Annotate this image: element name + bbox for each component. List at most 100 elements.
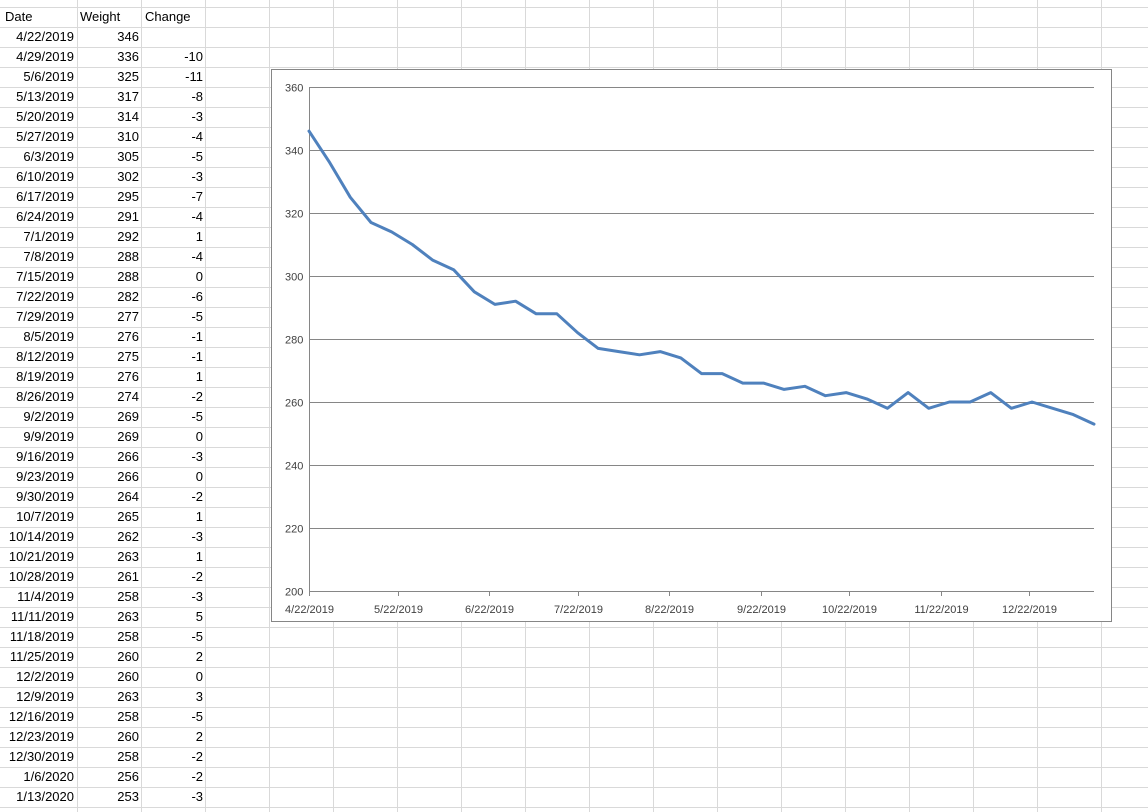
change-cell[interactable]: 1 — [141, 507, 203, 527]
weight-cell[interactable]: 258 — [77, 747, 139, 767]
weight-cell[interactable]: 262 — [77, 527, 139, 547]
date-cell[interactable]: 8/26/2019 — [0, 387, 74, 407]
date-cell[interactable]: 11/18/2019 — [0, 627, 74, 647]
date-cell[interactable]: 11/4/2019 — [0, 587, 74, 607]
change-cell[interactable]: -2 — [141, 487, 203, 507]
change-cell[interactable]: -2 — [141, 767, 203, 787]
change-cell[interactable]: 0 — [141, 667, 203, 687]
weight-cell[interactable]: 288 — [77, 247, 139, 267]
date-cell[interactable]: 10/7/2019 — [0, 507, 74, 527]
header-weight[interactable]: Weight — [80, 7, 140, 27]
weight-cell[interactable]: 260 — [77, 727, 139, 747]
change-cell[interactable]: -2 — [141, 387, 203, 407]
date-cell[interactable]: 7/15/2019 — [0, 267, 74, 287]
weight-cell[interactable]: 274 — [77, 387, 139, 407]
weight-cell[interactable]: 317 — [77, 87, 139, 107]
change-cell[interactable]: -5 — [141, 707, 203, 727]
date-cell[interactable]: 5/27/2019 — [0, 127, 74, 147]
date-cell[interactable]: 7/29/2019 — [0, 307, 74, 327]
weight-cell[interactable]: 258 — [77, 707, 139, 727]
weight-cell[interactable]: 263 — [77, 607, 139, 627]
weight-cell[interactable]: 282 — [77, 287, 139, 307]
date-cell[interactable]: 9/2/2019 — [0, 407, 74, 427]
weight-cell[interactable]: 256 — [77, 767, 139, 787]
date-cell[interactable]: 6/24/2019 — [0, 207, 74, 227]
change-cell[interactable]: -3 — [141, 107, 203, 127]
weight-cell[interactable]: 260 — [77, 667, 139, 687]
date-cell[interactable]: 8/19/2019 — [0, 367, 74, 387]
date-cell[interactable]: 1/6/2020 — [0, 767, 74, 787]
date-cell[interactable]: 7/8/2019 — [0, 247, 74, 267]
change-cell[interactable]: -2 — [141, 567, 203, 587]
weight-cell[interactable]: 302 — [77, 167, 139, 187]
change-cell[interactable]: 5 — [141, 607, 203, 627]
weight-cell[interactable]: 264 — [77, 487, 139, 507]
date-cell[interactable]: 5/6/2019 — [0, 67, 74, 87]
weight-cell[interactable]: 258 — [77, 587, 139, 607]
weight-cell[interactable]: 310 — [77, 127, 139, 147]
weight-cell[interactable]: 305 — [77, 147, 139, 167]
date-cell[interactable]: 12/9/2019 — [0, 687, 74, 707]
change-cell[interactable]: -4 — [141, 207, 203, 227]
change-cell[interactable]: -1 — [141, 347, 203, 367]
change-cell[interactable]: 0 — [141, 427, 203, 447]
change-cell[interactable]: 0 — [141, 267, 203, 287]
date-cell[interactable]: 12/16/2019 — [0, 707, 74, 727]
weight-cell[interactable]: 277 — [77, 307, 139, 327]
date-cell[interactable]: 5/20/2019 — [0, 107, 74, 127]
date-cell[interactable]: 8/12/2019 — [0, 347, 74, 367]
weight-cell[interactable]: 275 — [77, 347, 139, 367]
weight-cell[interactable]: 292 — [77, 227, 139, 247]
change-cell[interactable]: -4 — [141, 247, 203, 267]
header-change[interactable]: Change — [145, 7, 205, 27]
date-cell[interactable]: 12/30/2019 — [0, 747, 74, 767]
change-cell[interactable]: -11 — [141, 67, 203, 87]
weight-cell[interactable]: 291 — [77, 207, 139, 227]
weight-cell[interactable]: 325 — [77, 67, 139, 87]
change-cell[interactable]: 2 — [141, 647, 203, 667]
weight-cell[interactable]: 263 — [77, 547, 139, 567]
date-cell[interactable]: 9/9/2019 — [0, 427, 74, 447]
weight-cell[interactable]: 261 — [77, 567, 139, 587]
date-cell[interactable]: 9/16/2019 — [0, 447, 74, 467]
date-cell[interactable]: 11/25/2019 — [0, 647, 74, 667]
change-cell[interactable]: -3 — [141, 167, 203, 187]
change-cell[interactable]: -5 — [141, 407, 203, 427]
change-cell[interactable]: -10 — [141, 47, 203, 67]
weight-cell[interactable]: 266 — [77, 467, 139, 487]
date-cell[interactable]: 10/21/2019 — [0, 547, 74, 567]
weight-cell[interactable]: 295 — [77, 187, 139, 207]
weight-cell[interactable]: 288 — [77, 267, 139, 287]
date-cell[interactable]: 12/23/2019 — [0, 727, 74, 747]
weight-cell[interactable]: 336 — [77, 47, 139, 67]
change-cell[interactable]: -1 — [141, 327, 203, 347]
date-cell[interactable]: 6/17/2019 — [0, 187, 74, 207]
change-cell[interactable]: 3 — [141, 687, 203, 707]
change-cell[interactable]: 2 — [141, 727, 203, 747]
change-cell[interactable]: 0 — [141, 467, 203, 487]
change-cell[interactable] — [141, 27, 203, 47]
date-cell[interactable]: 6/10/2019 — [0, 167, 74, 187]
date-cell[interactable]: 6/3/2019 — [0, 147, 74, 167]
weight-cell[interactable]: 314 — [77, 107, 139, 127]
date-cell[interactable]: 10/14/2019 — [0, 527, 74, 547]
change-cell[interactable]: -3 — [141, 587, 203, 607]
date-cell[interactable]: 11/11/2019 — [0, 607, 74, 627]
change-cell[interactable]: 1 — [141, 367, 203, 387]
header-date[interactable]: Date — [5, 7, 75, 27]
date-cell[interactable]: 9/23/2019 — [0, 467, 74, 487]
date-cell[interactable]: 7/1/2019 — [0, 227, 74, 247]
change-cell[interactable]: -4 — [141, 127, 203, 147]
change-cell[interactable]: -5 — [141, 627, 203, 647]
date-cell[interactable]: 12/2/2019 — [0, 667, 74, 687]
change-cell[interactable]: -8 — [141, 87, 203, 107]
weight-cell[interactable]: 265 — [77, 507, 139, 527]
change-cell[interactable]: -7 — [141, 187, 203, 207]
weight-cell[interactable]: 269 — [77, 407, 139, 427]
date-cell[interactable]: 9/30/2019 — [0, 487, 74, 507]
weight-cell[interactable]: 266 — [77, 447, 139, 467]
date-cell[interactable]: 1/13/2020 — [0, 787, 74, 807]
weight-cell[interactable]: 253 — [77, 787, 139, 807]
weight-cell[interactable]: 276 — [77, 367, 139, 387]
change-cell[interactable]: -5 — [141, 307, 203, 327]
